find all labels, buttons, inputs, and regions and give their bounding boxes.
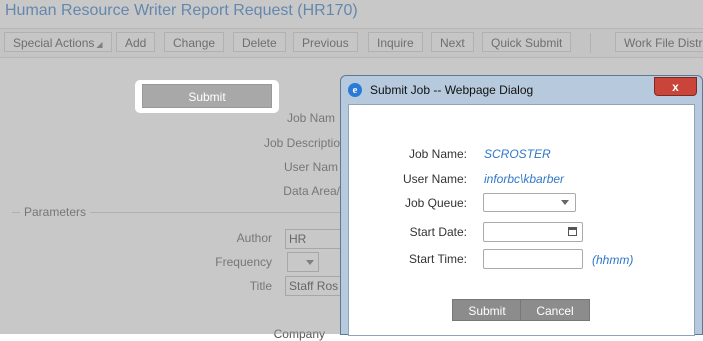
start-time-label: Start Time:: [408, 252, 467, 266]
previous-button[interactable]: Previous: [293, 32, 358, 52]
add-button[interactable]: Add: [116, 32, 156, 52]
start-date-label: Start Date:: [409, 225, 467, 239]
start-time-input[interactable]: [483, 249, 583, 269]
job-queue-label: Job Queue:: [404, 196, 467, 210]
dialog-titlebar[interactable]: e Submit Job -- Webpage Dialog x: [341, 76, 702, 104]
job-name-label: Job Name:: [408, 147, 467, 161]
user-name-value: inforbc\kbarber: [484, 172, 565, 186]
job-name-value: SCROSTER: [484, 147, 551, 161]
start-time-hint: (hhmm): [592, 253, 634, 267]
chevron-down-icon: [306, 260, 314, 265]
submit-button[interactable]: Submit: [452, 299, 522, 321]
quick-submit-button[interactable]: Quick Submit: [482, 32, 572, 52]
chevron-down-icon: [561, 200, 569, 205]
company-label: Company: [273, 327, 325, 341]
special-actions-label: Special Actions: [13, 36, 95, 50]
job-description-label: Job Descriptio: [263, 136, 340, 150]
special-actions-button[interactable]: Special Actions ◢: [4, 32, 112, 52]
toolbar: Special Actions ◢ Add Change Delete Previ…: [0, 28, 703, 58]
job-queue-select[interactable]: [483, 193, 576, 212]
highlight-frame: Submit: [135, 80, 279, 113]
browser-icon: e: [348, 83, 362, 97]
user-name-label: User Name:: [402, 172, 467, 186]
title-label: Title: [249, 279, 272, 293]
delete-button[interactable]: Delete: [233, 32, 286, 52]
author-input[interactable]: HR: [285, 229, 345, 249]
data-area-label: Data Area/: [283, 184, 340, 198]
work-file-button[interactable]: Work File Distr: [615, 32, 703, 52]
start-date-input[interactable]: [483, 222, 583, 242]
dropdown-arrow-icon: ◢: [96, 40, 103, 49]
page-title: Human Resource Writer Report Request (HR…: [5, 2, 358, 19]
job-name-label: Job Nam: [286, 111, 335, 125]
user-name-label: User Nam: [283, 160, 338, 174]
title-input[interactable]: Staff Ros: [285, 276, 345, 296]
dialog-title: Submit Job -- Webpage Dialog: [370, 83, 534, 97]
submit-job-dialog: e Submit Job -- Webpage Dialog x Job Nam…: [340, 75, 703, 336]
frequency-select[interactable]: [287, 252, 319, 272]
frequency-label: Frequency: [215, 255, 272, 269]
change-button[interactable]: Change: [164, 32, 225, 52]
calendar-icon[interactable]: [568, 227, 577, 236]
close-button[interactable]: x: [654, 77, 697, 96]
highlight-frame: Submit: [447, 295, 527, 328]
author-label: Author: [236, 231, 272, 245]
toolbar-divider: [590, 33, 591, 53]
cancel-button[interactable]: Cancel: [520, 299, 590, 321]
parameters-section-title: Parameters: [20, 205, 91, 219]
page-submit-button[interactable]: Submit: [142, 84, 272, 108]
next-button[interactable]: Next: [431, 32, 474, 52]
inquire-button[interactable]: Inquire: [368, 32, 423, 52]
